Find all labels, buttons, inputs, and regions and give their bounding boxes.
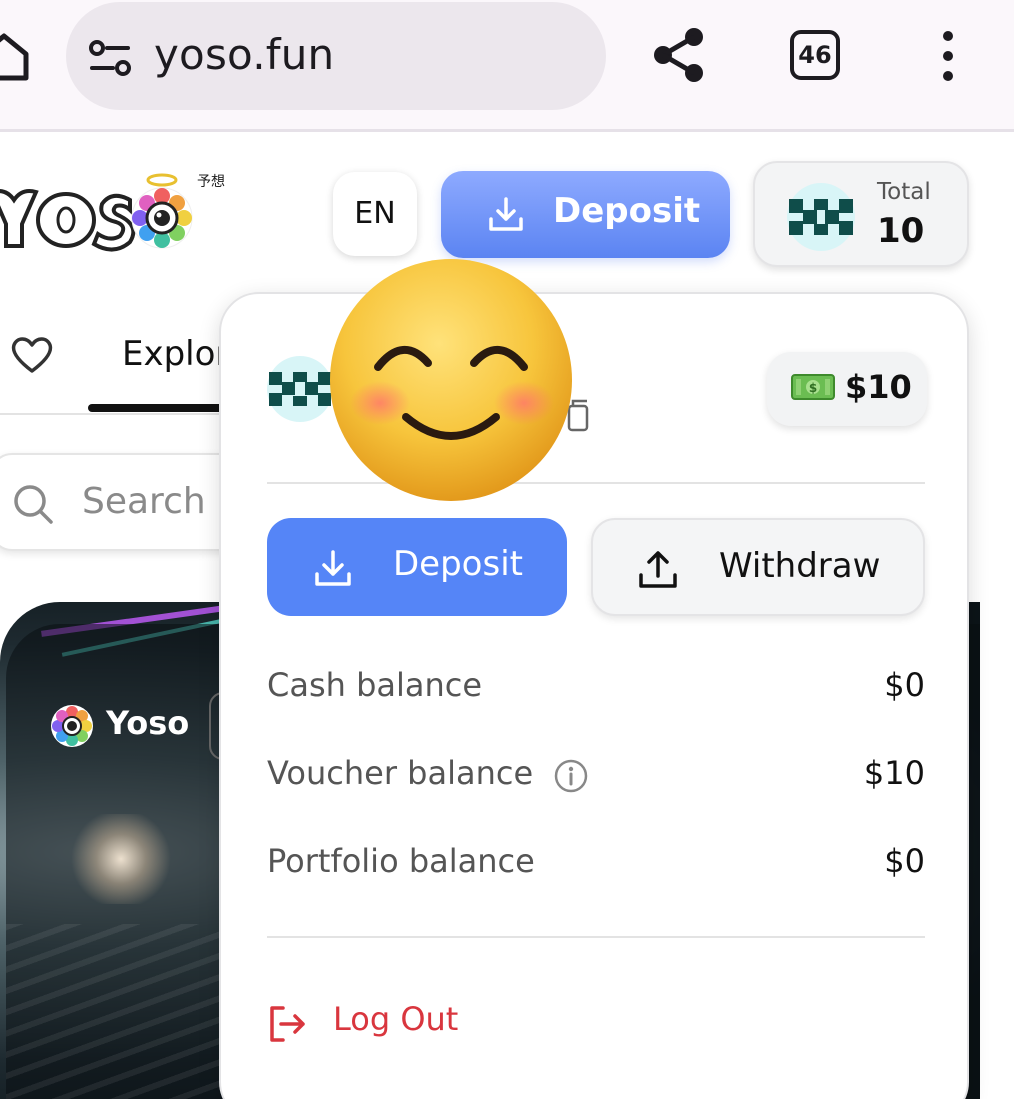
balance-badge: $ $10: [767, 352, 927, 426]
browser-toolbar: yoso.fun 46: [0, 0, 1014, 132]
download-icon: [315, 550, 351, 586]
logo-kanji: 予想: [197, 174, 225, 190]
share-icon[interactable]: [650, 26, 708, 84]
account-total-button[interactable]: Total 10: [753, 161, 969, 267]
total-label: Total: [877, 179, 931, 205]
cash-balance-value: $0: [884, 666, 925, 704]
portfolio-balance-value: $0: [884, 842, 925, 880]
header-deposit-button[interactable]: Deposit: [441, 171, 730, 258]
cash-balance-label: Cash balance: [267, 666, 483, 704]
logout-icon: [270, 1006, 305, 1042]
yoso-flower-icon: [51, 705, 93, 747]
stadium-stands: [6, 924, 246, 1099]
withdraw-button[interactable]: Withdraw: [591, 518, 925, 616]
cash-balance-row: Cash balance $0: [267, 666, 925, 716]
download-icon: [489, 197, 523, 231]
portfolio-balance-label: Portfolio balance: [267, 842, 535, 880]
smiling-face-emoji-icon: [330, 259, 572, 501]
card-brand-label: Yoso: [106, 704, 190, 742]
home-icon[interactable]: [0, 30, 30, 82]
stadium-lights: [66, 814, 176, 904]
language-button[interactable]: EN: [333, 172, 417, 256]
upload-icon: [639, 551, 677, 588]
favorites-heart-icon[interactable]: [10, 335, 54, 375]
total-value: 10: [877, 211, 925, 251]
portfolio-balance-row: Portfolio balance $0: [267, 842, 925, 892]
header-deposit-label: Deposit: [553, 191, 701, 231]
deposit-button[interactable]: Deposit: [267, 518, 567, 616]
balance-badge-amount: $10: [845, 368, 912, 406]
deposit-label: Deposit: [393, 544, 523, 584]
more-menu-icon[interactable]: [938, 30, 958, 82]
money-icon: $: [791, 374, 835, 400]
svg-text:$: $: [809, 381, 817, 395]
url-text[interactable]: yoso.fun: [154, 30, 334, 79]
tab-switcher-button[interactable]: 46: [790, 30, 840, 80]
search-icon: [14, 485, 53, 524]
search-input[interactable]: Search: [0, 453, 250, 551]
site-settings-icon[interactable]: [88, 36, 132, 80]
withdraw-label: Withdraw: [719, 546, 881, 586]
search-placeholder: Search: [82, 481, 206, 522]
voucher-balance-value: $10: [863, 754, 925, 792]
user-avatar: [787, 183, 855, 251]
divider: [267, 936, 925, 938]
info-icon[interactable]: [553, 758, 589, 794]
logout-label: Log Out: [333, 1000, 459, 1038]
yoso-logo[interactable]: 予想: [0, 170, 232, 260]
address-bar[interactable]: yoso.fun: [66, 2, 606, 110]
voucher-balance-row: Voucher balance $10: [267, 754, 925, 804]
user-avatar: [267, 356, 333, 422]
voucher-balance-label: Voucher balance: [267, 754, 534, 792]
logout-button[interactable]: Log Out: [267, 1000, 567, 1050]
